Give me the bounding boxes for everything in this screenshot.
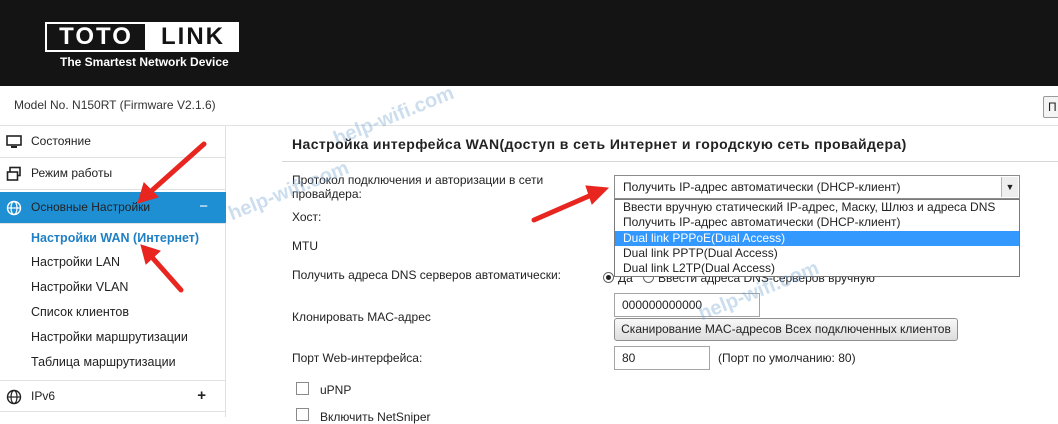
protocol-select[interactable]: Получить IP-адрес автоматически (DHCP-кл… — [614, 175, 1020, 199]
scan-mac-button[interactable]: Сканирование MAC-адресов Всех подключенн… — [614, 318, 958, 341]
sidebar-item-status[interactable]: Состояние — [0, 126, 226, 158]
sidebar-subitem-routing-settings[interactable]: Настройки маршрутизации — [31, 330, 188, 344]
dropdown-option-dhcp[interactable]: Получить IP-адрес автоматически (DHCP-кл… — [615, 215, 1019, 230]
sidebar-item-label: Режим работы — [31, 166, 113, 180]
netsniper-label: Включить NetSniper — [320, 410, 431, 424]
windows-icon — [6, 166, 21, 181]
collapse-icon[interactable]: − — [199, 198, 208, 215]
host-label: Хост: — [292, 210, 322, 224]
sidebar-subitem-lan[interactable]: Настройки LAN — [31, 255, 120, 269]
sidebar-nav: Состояние Режим работы Основные Настройк… — [0, 126, 226, 417]
dropdown-option-pptp-dual[interactable]: Dual link PPTP(Dual Access) — [615, 246, 1019, 261]
logo-right-box: LINK — [147, 22, 239, 52]
globe-icon — [6, 389, 22, 405]
totolink-logo[interactable]: TOTO LINK — [45, 22, 239, 52]
sidebar-item-label: Основные Настройки — [31, 200, 151, 214]
sidebar-item-ipv6[interactable]: IPv6 + — [0, 380, 226, 412]
sidebar-item-basic-settings[interactable]: Основные Настройки − — [0, 192, 226, 224]
sidebar-subitem-vlan[interactable]: Настройки VLAN — [31, 280, 128, 294]
upnp-checkbox[interactable] — [296, 382, 309, 395]
protocol-selected-value: Получить IP-адрес автоматически (DHCP-кл… — [623, 180, 901, 194]
expand-icon[interactable]: + — [197, 387, 206, 404]
model-info: Model No. N150RT (Firmware V2.1.6) — [14, 98, 216, 112]
mtu-label: MTU — [292, 239, 318, 253]
sidebar-subitem-routing-table[interactable]: Таблица маршрутизации — [31, 355, 176, 369]
web-port-hint: (Порт по умолчанию: 80) — [718, 351, 856, 365]
mac-clone-label: Клонировать MAC-адрес — [292, 310, 431, 324]
sidebar-subitem-clients[interactable]: Список клиентов — [31, 305, 129, 319]
globe-icon — [6, 200, 22, 216]
sidebar-item-label: Состояние — [31, 134, 91, 148]
sidebar-subitem-wan[interactable]: Настройки WAN (Интернет) — [31, 231, 199, 245]
netsniper-checkbox[interactable] — [296, 408, 309, 421]
title-divider — [282, 161, 1058, 162]
dns-label: Получить адреса DNS серверов автоматичес… — [292, 268, 561, 282]
dropdown-option-static[interactable]: Ввести вручную статический IP-адрес, Мас… — [615, 200, 1019, 215]
upnp-label: uPNP — [320, 383, 352, 397]
model-bar: Model No. N150RT (Firmware V2.1.6) — [0, 86, 1058, 126]
web-port-input[interactable]: 80 — [614, 346, 710, 370]
top-right-button[interactable]: П — [1043, 96, 1058, 118]
sidebar-item-label: IPv6 — [31, 389, 56, 403]
dropdown-option-pppoe-dual[interactable]: Dual link PPPoE(Dual Access) — [615, 231, 1019, 246]
arrow-head — [585, 185, 610, 205]
app-header: TOTO LINK The Smartest Network Device — [0, 0, 1058, 86]
monitor-icon — [6, 135, 22, 148]
chevron-down-icon[interactable]: ▼ — [1001, 177, 1018, 197]
dns-auto-radio[interactable] — [603, 272, 614, 283]
web-port-label: Порт Web-интерфейса: — [292, 351, 423, 365]
page-title: Настройка интерфейса WAN(доступ в сеть И… — [292, 136, 907, 152]
logo-left-box: TOTO — [45, 22, 147, 52]
tagline: The Smartest Network Device — [60, 55, 229, 69]
sidebar-item-mode[interactable]: Режим работы — [0, 158, 226, 190]
